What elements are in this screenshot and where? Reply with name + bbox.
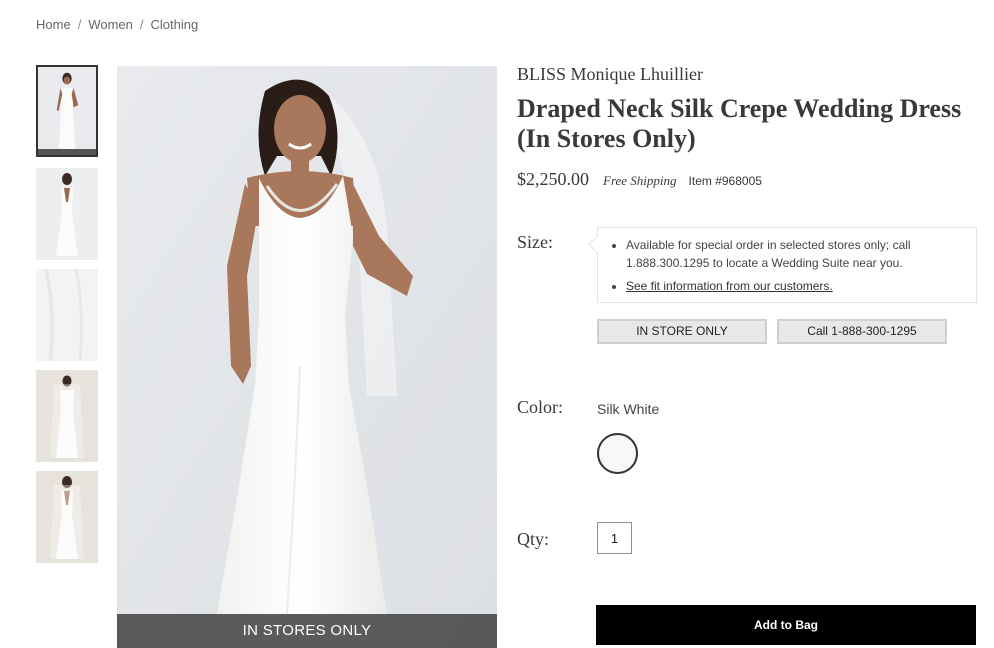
dress-back-veil-thumbnail-image bbox=[36, 471, 98, 563]
in-store-only-button[interactable]: IN STORE ONLY bbox=[597, 319, 767, 344]
in-stores-only-banner: IN STORES ONLY bbox=[117, 614, 497, 648]
call-phone-button[interactable]: Call 1-888-300-1295 bbox=[777, 319, 947, 344]
thumbnail-back-veil[interactable] bbox=[36, 471, 98, 563]
thumbnail-active-bar bbox=[38, 149, 96, 155]
size-label: Size: bbox=[517, 232, 553, 252]
breadcrumb-clothing[interactable]: Clothing bbox=[151, 17, 199, 32]
size-notice-box: Available for special order in selected … bbox=[597, 227, 977, 303]
swatch-fill bbox=[602, 438, 633, 469]
thumbnail-front-veil[interactable] bbox=[36, 370, 98, 462]
brand-name[interactable]: BLISS Monique Lhuillier bbox=[517, 64, 703, 85]
thumbnail-fabric[interactable] bbox=[36, 269, 98, 361]
thumbnail-back[interactable] bbox=[36, 168, 98, 260]
fit-information-link[interactable]: See fit information from our customers. bbox=[626, 279, 833, 293]
breadcrumb-women[interactable]: Women bbox=[88, 17, 133, 32]
breadcrumb: Home / Women / Clothing bbox=[36, 17, 198, 32]
breadcrumb-home[interactable]: Home bbox=[36, 17, 71, 32]
fabric-detail-thumbnail-image bbox=[36, 269, 98, 361]
main-product-image[interactable]: IN STORES ONLY bbox=[117, 66, 497, 648]
dress-back-thumbnail-image bbox=[36, 168, 98, 260]
thumbnail-front[interactable] bbox=[36, 65, 98, 157]
add-to-bag-button[interactable]: Add to Bag bbox=[596, 605, 976, 645]
product-price: $2,250.00 bbox=[517, 169, 589, 189]
wedding-dress-photo bbox=[117, 66, 497, 648]
dress-front-thumbnail-image bbox=[38, 67, 96, 155]
size-notice-text: Available for special order in selected … bbox=[626, 236, 964, 272]
item-number: Item #968005 bbox=[688, 174, 762, 188]
free-shipping-label: Free Shipping bbox=[603, 173, 677, 188]
color-label: Color: bbox=[517, 397, 564, 417]
price-row: $2,250.00 Free Shipping Item #968005 bbox=[517, 169, 762, 190]
quantity-label: Qty: bbox=[517, 529, 550, 549]
breadcrumb-separator: / bbox=[77, 17, 82, 32]
product-title: Draped Neck Silk Crepe Wedding Dress (In… bbox=[517, 94, 962, 153]
selected-color-name: Silk White bbox=[597, 401, 660, 417]
quantity-input[interactable] bbox=[597, 522, 632, 554]
breadcrumb-separator: / bbox=[139, 17, 144, 32]
color-swatch-silk-white[interactable] bbox=[597, 433, 638, 474]
dress-front-veil-thumbnail-image bbox=[36, 370, 98, 462]
